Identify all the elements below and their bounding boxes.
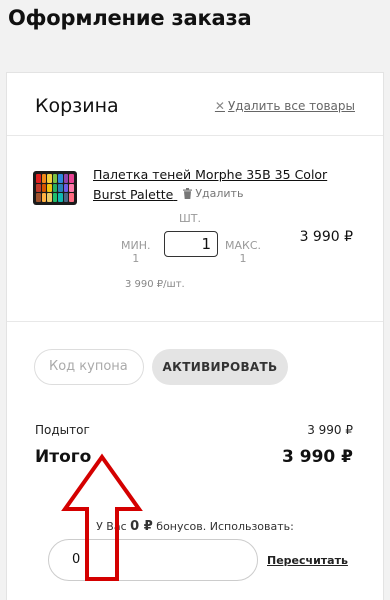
qty-max-label: МАКС. bbox=[225, 239, 262, 252]
palette-swatch bbox=[41, 174, 47, 183]
qty-unit: ШТ. bbox=[179, 212, 201, 225]
palette-swatch bbox=[47, 183, 52, 193]
palette-swatch bbox=[58, 183, 63, 193]
palette-swatch bbox=[63, 193, 69, 202]
divider bbox=[7, 135, 383, 136]
cart-card: Корзина ✕ Удалить все товары Палетка тен… bbox=[6, 72, 384, 600]
bonus-info: У Вас 0 ₽ бонусов. Использовать: bbox=[7, 519, 383, 534]
palette-swatch bbox=[63, 174, 69, 183]
recalculate-link[interactable]: Пересчитать bbox=[267, 554, 348, 567]
bonus-prefix: У Вас bbox=[96, 520, 127, 533]
bonus-input[interactable]: 0 bbox=[48, 539, 258, 581]
palette-swatch bbox=[36, 193, 41, 202]
palette-swatch bbox=[58, 193, 63, 202]
coupon-input[interactable]: Код купона bbox=[34, 349, 144, 385]
page-title: Оформление заказа bbox=[8, 6, 252, 30]
product-thumbnail[interactable] bbox=[33, 171, 77, 205]
cart-title: Корзина bbox=[35, 95, 119, 117]
palette-swatch bbox=[47, 193, 52, 202]
subtotal-value: 3 990 ₽ bbox=[307, 423, 353, 437]
palette-swatch bbox=[36, 183, 41, 193]
activate-coupon-button[interactable]: АКТИВИРОВАТЬ bbox=[152, 349, 288, 385]
remove-label: Удалить bbox=[195, 187, 244, 200]
palette-swatch bbox=[69, 183, 74, 193]
remove-item-button[interactable]: Удалить bbox=[183, 184, 243, 203]
subtotal-label: Подытог bbox=[35, 423, 90, 437]
bonus-suffix: бонусов. Использовать: bbox=[156, 520, 294, 533]
palette-swatch bbox=[52, 183, 58, 193]
palette-swatch bbox=[58, 174, 63, 183]
bonus-amount: 0 ₽ bbox=[130, 519, 153, 534]
palette-swatch bbox=[52, 174, 58, 183]
clear-all-label: Удалить все товары bbox=[227, 99, 355, 113]
qty-min: МИН. 1 bbox=[121, 239, 151, 265]
close-icon: ✕ bbox=[214, 99, 225, 113]
qty-min-label: МИН. bbox=[121, 239, 151, 252]
line-price: 3 990 ₽ bbox=[299, 229, 353, 245]
palette-swatch bbox=[47, 174, 52, 183]
unit-price: 3 990 ₽/шт. bbox=[125, 279, 185, 290]
product-name-link[interactable]: Палетка теней Morphe 35B 35 Color Burst … bbox=[93, 165, 353, 204]
palette-swatch bbox=[52, 193, 58, 202]
qty-min-value: 1 bbox=[132, 252, 140, 265]
palette-swatch bbox=[36, 174, 41, 183]
qty-max: МАКС. 1 bbox=[225, 239, 261, 265]
palette-swatch bbox=[63, 183, 69, 193]
qty-max-value: 1 bbox=[239, 252, 247, 265]
palette-swatch bbox=[41, 183, 47, 193]
total-label: Итого bbox=[35, 447, 92, 467]
palette-swatch bbox=[41, 193, 47, 202]
quantity-input[interactable]: 1 bbox=[164, 231, 218, 257]
palette-swatch bbox=[69, 193, 74, 202]
total-value: 3 990 ₽ bbox=[282, 447, 353, 467]
clear-all-link[interactable]: ✕ Удалить все товары bbox=[215, 99, 355, 113]
palette-swatch bbox=[69, 174, 74, 183]
divider bbox=[7, 321, 383, 322]
trash-icon bbox=[183, 188, 193, 199]
